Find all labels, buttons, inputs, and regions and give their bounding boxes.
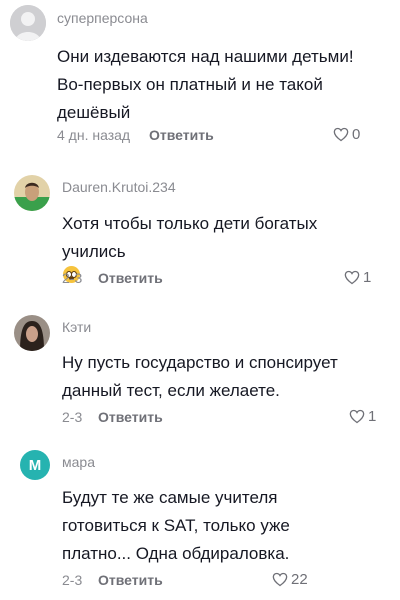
like-button[interactable]: 0 bbox=[333, 126, 360, 143]
comment-text: Будут те же самые учителя готовиться к S… bbox=[62, 488, 290, 563]
comment-username[interactable]: Dauren.Krutoi.234 bbox=[62, 179, 176, 195]
comment-text: Они издеваются над нашими детьми! Во-пер… bbox=[57, 47, 354, 122]
comment-meta: 2-3 Ответить 1 bbox=[0, 408, 400, 429]
reply-button[interactable]: Ответить bbox=[98, 270, 163, 286]
comment-item: Dauren.Krutoi.234 Хотя чтобы только дети… bbox=[0, 165, 400, 290]
heart-icon bbox=[272, 572, 288, 587]
comment-time: 2-3 bbox=[62, 572, 83, 588]
comment-meta: 2-3 Ответить 1 bbox=[0, 269, 400, 290]
comment-time: 4 дн. назад bbox=[57, 127, 131, 143]
avatar[interactable] bbox=[10, 5, 46, 41]
reply-button[interactable]: Ответить bbox=[98, 409, 163, 425]
comment-time: 2-3 bbox=[62, 409, 83, 425]
reply-button[interactable]: Ответить bbox=[149, 127, 214, 143]
like-count: 1 bbox=[368, 408, 377, 425]
user-photo-icon bbox=[14, 175, 50, 211]
avatar[interactable]: M bbox=[20, 450, 50, 480]
comment-meta: 2-3 Ответить 22 bbox=[0, 571, 400, 592]
comment-item: суперперсона Они издеваются над нашими д… bbox=[0, 0, 400, 150]
comment-username[interactable]: Кэти bbox=[62, 319, 91, 335]
comment-username[interactable]: суперперсона bbox=[57, 10, 148, 26]
like-count: 0 bbox=[352, 126, 361, 143]
like-button[interactable]: 1 bbox=[349, 408, 376, 425]
avatar[interactable] bbox=[14, 175, 50, 211]
heart-icon bbox=[349, 409, 365, 424]
comment-meta: 4 дн. назад Ответить 0 bbox=[0, 126, 400, 147]
avatar[interactable] bbox=[14, 315, 50, 351]
like-count: 1 bbox=[363, 269, 372, 286]
comment-item: Кэти Ну пусть государство и спонсирует д… bbox=[0, 305, 400, 430]
heart-icon bbox=[333, 127, 349, 142]
like-button[interactable]: 1 bbox=[344, 269, 371, 286]
like-button[interactable]: 22 bbox=[272, 571, 308, 588]
like-count: 22 bbox=[291, 571, 308, 588]
user-photo-icon bbox=[14, 315, 50, 351]
comment-item: M мара Будут те же самые учителя готовит… bbox=[0, 445, 400, 595]
default-avatar-icon bbox=[10, 5, 46, 41]
avatar-letter: M bbox=[28, 456, 42, 474]
comment-time: 2-3 bbox=[62, 270, 83, 286]
reply-button[interactable]: Ответить bbox=[98, 572, 163, 588]
comment-text: Ну пусть государство и спонсирует данный… bbox=[62, 353, 338, 400]
comment-username[interactable]: мара bbox=[62, 454, 95, 470]
heart-icon bbox=[344, 270, 360, 285]
